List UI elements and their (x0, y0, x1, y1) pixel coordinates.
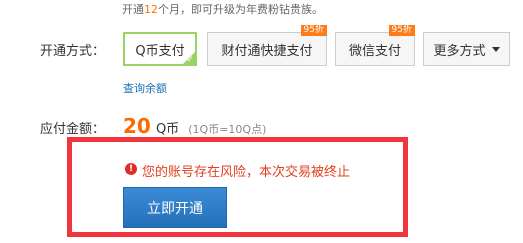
amount-label: 应付金额： (40, 122, 106, 137)
amount-value: 20 (123, 114, 151, 138)
payment-method-label: 开通方式： (40, 44, 106, 59)
more-methods-dropdown[interactable]: 更多方式 (423, 32, 510, 66)
chevron-down-icon (491, 46, 500, 52)
open-now-button[interactable]: 立即开通 (123, 187, 227, 228)
risk-message: 您的账号存在风险，本次交易被终止 (142, 165, 351, 180)
risk-warning-frame (67, 137, 408, 237)
query-balance-link[interactable]: 查询余额 (123, 80, 167, 96)
discount-badge: 95折 (300, 25, 327, 36)
qcoin-pay-label: Q币支付 (135, 43, 185, 59)
wechat-label: 微信支付 (348, 43, 401, 59)
exchange-rate: (1Q币=10Q点) (188, 123, 267, 136)
tenpay-label: 财付通快捷支付 (221, 43, 313, 59)
wechat-pay-button[interactable]: 微信支付 95折 (335, 25, 415, 66)
tenpay-quick-pay-button[interactable]: 财付通快捷支付 95折 (207, 25, 327, 66)
exclamation-icon: ! (125, 163, 137, 175)
more-methods-label: 更多方式 (433, 43, 486, 59)
amount-unit: Q币 (155, 122, 180, 137)
upgrade-note: 开通12个月，即可升级为年费粉钻贵族。 (122, 1, 323, 17)
note-months: 12 (144, 3, 158, 16)
discount-badge: 95折 (388, 25, 415, 36)
amount-display: 20 Q币 (1Q币=10Q点) (123, 114, 266, 138)
note-suffix: 个月，即可升级为年费粉钻贵族。 (158, 3, 323, 16)
qcoin-pay-button[interactable]: Q币支付 ✓ (123, 32, 197, 66)
check-icon: ✓ (186, 55, 194, 65)
note-prefix: 开通 (122, 3, 144, 16)
